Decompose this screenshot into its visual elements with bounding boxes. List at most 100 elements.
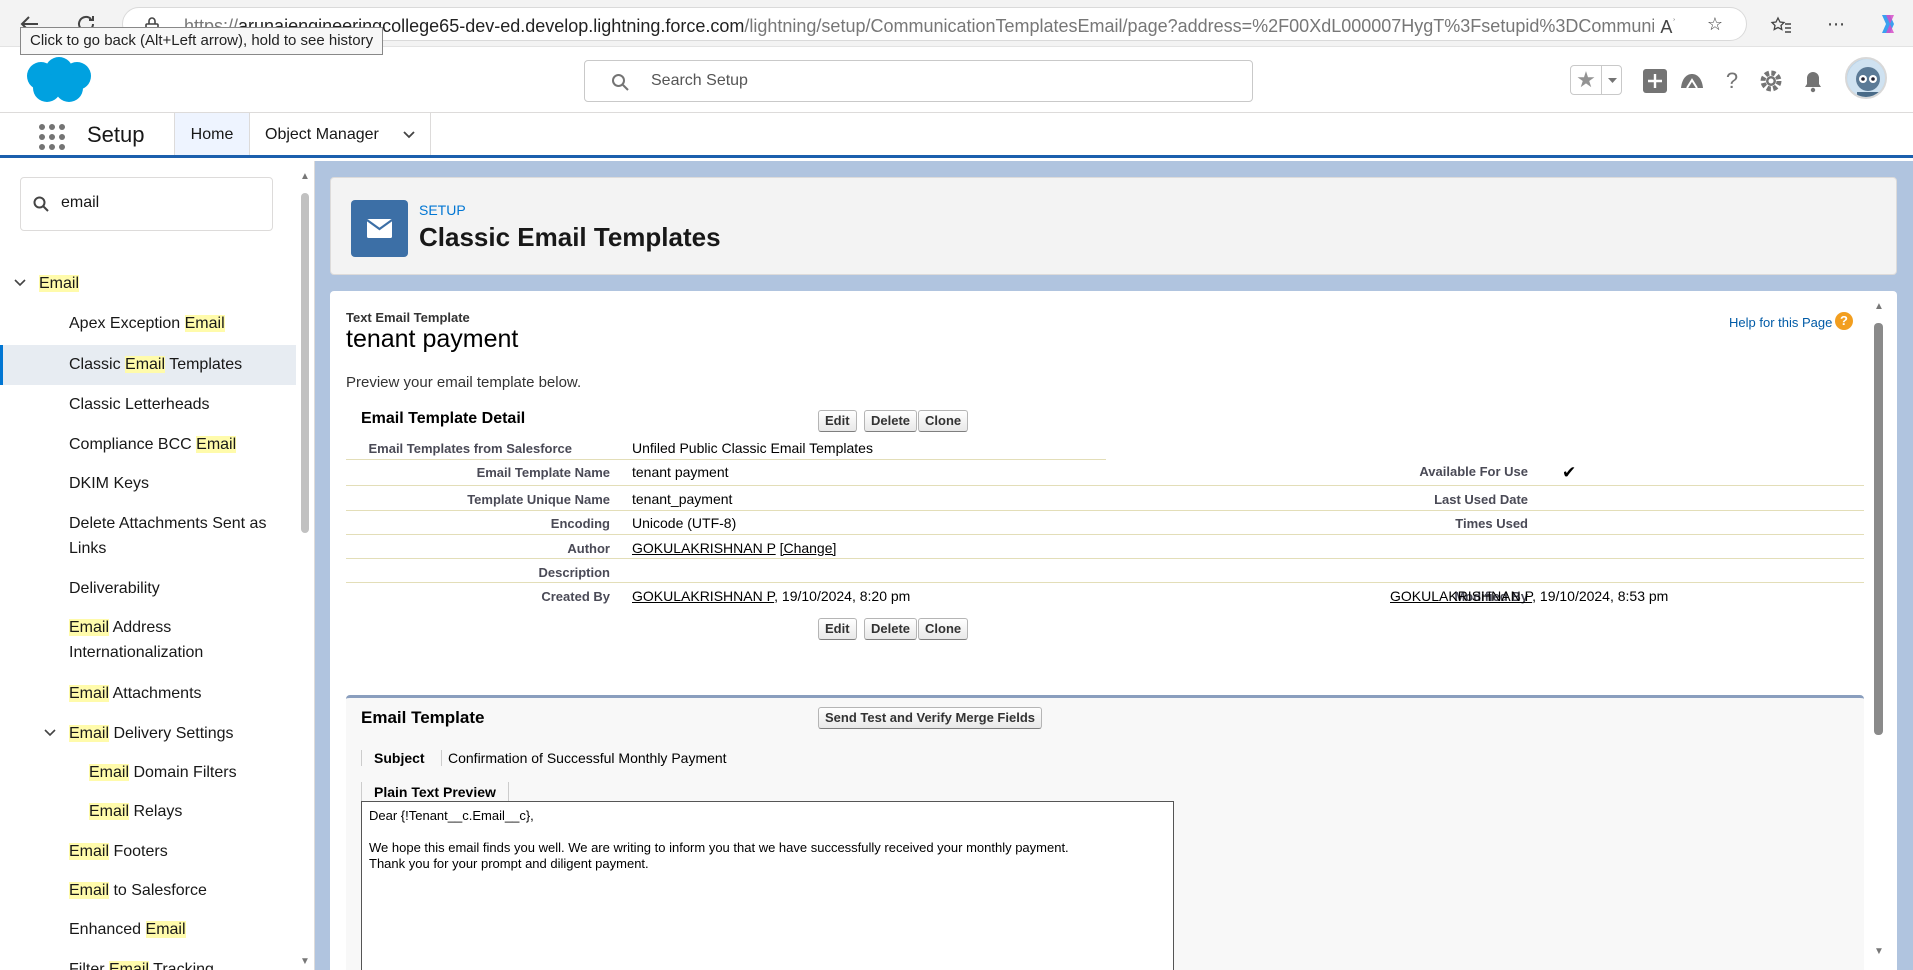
chevron-down-icon[interactable] [402, 128, 416, 142]
help-question-icon[interactable]: ? [1835, 312, 1853, 330]
tree-item-apex-exception-email[interactable]: Apex Exception Email [69, 311, 225, 336]
app-launcher-icon[interactable] [38, 123, 66, 151]
detail-row-description: Description [346, 560, 1864, 583]
tab-object-manager-label: Object Manager [265, 126, 379, 143]
detail-section-title: Email Template Detail [361, 410, 526, 427]
email-template-title: Email Template [361, 708, 485, 727]
subject-label: Subject [361, 750, 441, 766]
detail-row-encoding: Encoding Unicode (UTF-8) Times Used [346, 512, 1864, 535]
available-label: Available For Use [1419, 464, 1528, 479]
chevron-down-icon[interactable] [13, 276, 27, 290]
search-placeholder: Search Setup [651, 72, 748, 89]
page-title: Classic Email Templates [419, 222, 721, 252]
read-aloud-icon[interactable]: Aʾ [1656, 12, 1680, 37]
setup-gear-icon[interactable] [1758, 68, 1784, 94]
tree-item-deliverability[interactable]: Deliverability [69, 576, 160, 601]
favorites-list-icon[interactable] [1770, 12, 1794, 36]
tree-item-email-to-salesforce[interactable]: Email to Salesforce [69, 878, 207, 903]
detail-row-name: Email Template Name tenant payment Avail… [346, 461, 1864, 486]
edit-button-bottom[interactable]: Edit [818, 618, 857, 640]
delete-button[interactable]: Delete [864, 410, 918, 432]
delete-button-bottom[interactable]: Delete [864, 618, 918, 640]
tree-item-email-attachments[interactable]: Email Attachments [69, 681, 202, 706]
modified-by-user-link[interactable]: GOKULAKRISHNAN P [1390, 588, 1532, 604]
body-line: Thank you for your prompt and diligent p… [369, 856, 649, 871]
trailhead-guidance-icon[interactable] [1679, 68, 1705, 94]
breadcrumb[interactable]: SETUP [419, 202, 466, 218]
encoding-value: Unicode (UTF-8) [632, 515, 737, 531]
tree-item-delete-attachments[interactable]: Delete Attachments Sent as Links [69, 511, 289, 561]
favorites-button-group: ★ [1570, 65, 1622, 95]
tree-item-email-delivery-settings[interactable]: Email Delivery Settings [69, 721, 234, 746]
tree-item-enhanced-email[interactable]: Enhanced Email [69, 917, 186, 942]
folder-value: Unfiled Public Classic Email Templates [632, 440, 873, 456]
encoding-label: Encoding [550, 516, 610, 531]
send-test-button[interactable]: Send Test and Verify Merge Fields [818, 707, 1042, 729]
content-scrollbar[interactable]: ▲ ▼ [1870, 301, 1886, 970]
author-link[interactable]: GOKULAKRISHNAN P [632, 540, 776, 556]
tree-item-compliance-bcc-email[interactable]: Compliance BCC Email [69, 432, 237, 457]
tab-home[interactable]: Home [174, 113, 250, 158]
clone-button[interactable]: Clone [918, 410, 969, 432]
notifications-bell-icon[interactable] [1800, 68, 1826, 94]
setup-sidebar: email Email Apex Exception Email Classic… [0, 161, 315, 970]
created-by-user-link[interactable]: GOKULAKRISHNAN P [632, 588, 774, 604]
chevron-down-icon[interactable] [43, 726, 57, 740]
preview-hint: Preview your email template below. [346, 374, 582, 391]
url-text: https://arunaiengineeringcollege65-dev-e… [184, 16, 1654, 36]
detail-row-unique-name: Template Unique Name tenant_payment Last… [346, 488, 1864, 511]
description-label: Description [538, 565, 610, 580]
sidebar-scroll-thumb[interactable] [301, 193, 309, 533]
author-value: GOKULAKRISHNAN P [Change] [632, 540, 836, 556]
app-name: Setup [87, 122, 145, 147]
more-menu-icon[interactable]: ⋯ [1824, 12, 1848, 36]
created-date: , 19/10/2024, 8:20 pm [774, 588, 911, 604]
subject-value: Confirmation of Successful Monthly Payme… [441, 750, 727, 766]
clone-button-bottom[interactable]: Clone [918, 618, 969, 640]
help-for-page-link[interactable]: Help for this Page [1729, 315, 1832, 330]
tree-item-classic-email-templates[interactable]: Classic Email Templates [0, 345, 296, 385]
content-scroll-thumb[interactable] [1874, 323, 1883, 735]
scroll-up-icon[interactable]: ▲ [298, 171, 312, 183]
tree-item-filter-email-tracking[interactable]: Filter Email Tracking [69, 957, 214, 970]
tree-item-email-domain-filters[interactable]: Email Domain Filters [89, 760, 237, 785]
email-template-section: Email Template Send Test and Verify Merg… [346, 695, 1864, 970]
unique-name-label: Template Unique Name [467, 492, 610, 507]
tree-item-email[interactable]: Email [39, 271, 80, 296]
tree-item-dkim-keys[interactable]: DKIM Keys [69, 471, 149, 496]
help-icon[interactable]: ? [1719, 68, 1745, 94]
created-by-value: GOKULAKRISHNAN P, 19/10/2024, 8:20 pm [632, 588, 910, 604]
search-setup-input[interactable]: Search Setup [584, 60, 1253, 102]
quick-find-input[interactable]: email [20, 177, 273, 231]
last-used-label: Last Used Date [1434, 492, 1528, 507]
favorites-star-icon[interactable]: ★ [1571, 66, 1601, 94]
modified-date: , 19/10/2024, 8:53 pm [1532, 588, 1669, 604]
scroll-up-icon[interactable]: ▲ [1872, 301, 1886, 313]
available-checkmark: ✔ [1562, 463, 1577, 482]
global-header: Search Setup ★ ? [0, 47, 1913, 113]
page-header: SETUP Classic Email Templates [330, 177, 1897, 275]
plain-text-preview-tab: Plain Text Preview [361, 782, 509, 802]
plain-text-preview-body: Dear {!Tenant__c.Email__c}, We hope this… [361, 801, 1174, 970]
template-type-label: Text Email Template [346, 310, 470, 325]
template-content-frame: Text Email Template tenant payment Help … [330, 291, 1897, 970]
salesforce-logo-icon[interactable] [21, 54, 95, 106]
tab-object-manager[interactable]: Object Manager [251, 113, 431, 155]
sidebar-scrollbar[interactable]: ▲ ▼ [298, 171, 312, 970]
author-label: Author [567, 541, 610, 556]
favorite-star-icon[interactable]: ☆ [1703, 12, 1727, 36]
body-line: We hope this email finds you well. We ar… [369, 840, 1069, 855]
modified-by-value: GOKULAKRISHNAN P, 19/10/2024, 8:53 pm [1390, 588, 1668, 604]
tree-item-classic-letterheads[interactable]: Classic Letterheads [69, 392, 210, 417]
scroll-down-icon[interactable]: ▼ [1872, 946, 1886, 958]
change-author-link[interactable]: [Change] [780, 540, 837, 556]
favorites-dropdown-icon[interactable] [1601, 66, 1622, 94]
copilot-icon[interactable] [1876, 12, 1900, 36]
scroll-down-icon[interactable]: ▼ [298, 956, 312, 968]
tree-item-email-relays[interactable]: Email Relays [89, 799, 182, 824]
global-actions-icon[interactable] [1642, 68, 1668, 94]
edit-button[interactable]: Edit [818, 410, 857, 432]
tree-item-email-address-internationalization[interactable]: Email Address Internationalization [69, 615, 289, 665]
tree-item-email-footers[interactable]: Email Footers [69, 839, 168, 864]
user-avatar[interactable] [1845, 57, 1887, 99]
